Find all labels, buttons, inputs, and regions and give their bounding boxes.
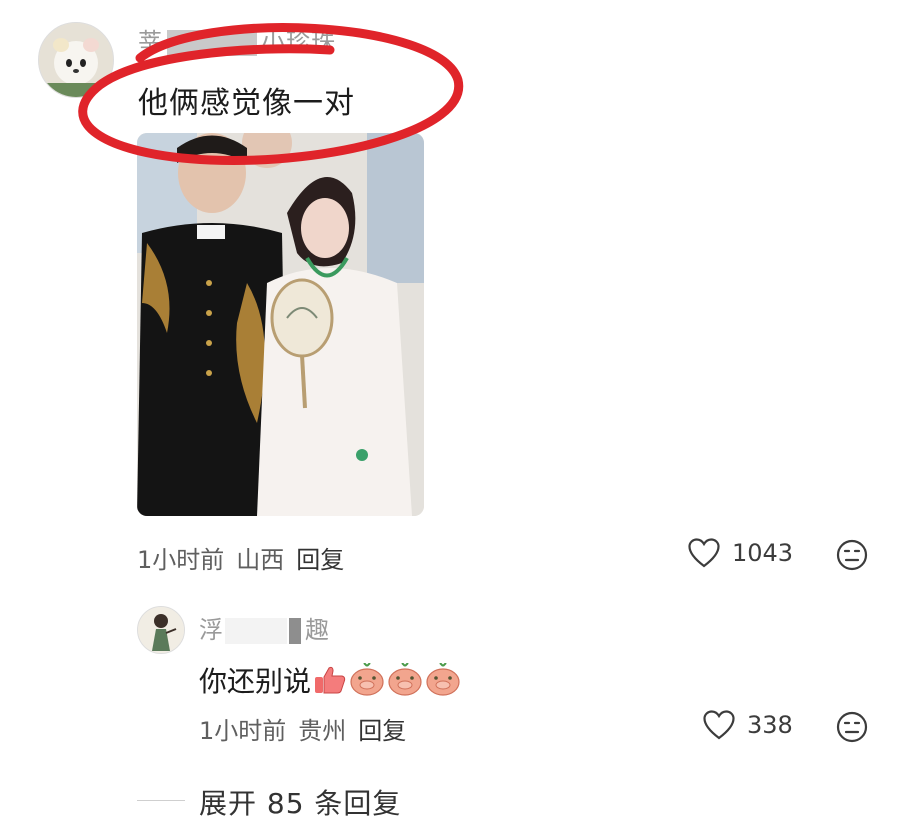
username-redaction-edge (289, 618, 301, 644)
comment-text: 他俩感觉像一对 (138, 86, 355, 121)
reply-text: 你还别说 (199, 665, 312, 698)
reply-avatar[interactable] (137, 606, 185, 654)
reply-text-row: 你还别说 (199, 660, 461, 700)
comment-dislike-button[interactable] (836, 539, 868, 571)
username-end: 小珍珠 (261, 28, 336, 56)
reply-username[interactable]: 浮趣 (199, 610, 329, 645)
pig-face-emoji (350, 663, 384, 696)
heart-outline-icon (703, 710, 735, 740)
comment-location: 山西 (236, 546, 285, 574)
commenter-avatar[interactable] (38, 22, 114, 98)
reply-location: 贵州 (298, 717, 347, 745)
expand-replies-button[interactable]: 展开 85 条回复 (199, 782, 401, 822)
comment-photo[interactable] (137, 133, 424, 516)
reply-username-start: 浮 (199, 616, 223, 644)
heart-outline-icon (688, 538, 720, 568)
pig-face-emoji (388, 663, 422, 696)
reply-dislike-button[interactable] (836, 711, 868, 743)
comment-like-button[interactable]: 1043 (688, 538, 793, 568)
comment-time: 1小时前 (137, 546, 225, 574)
reply-time: 1小时前 (199, 717, 287, 745)
reply-meta: 1小时前 贵州 回复 (199, 711, 418, 746)
commenter-username[interactable]: 莘 小珍珠 (138, 22, 336, 58)
reply-username-end: 趣 (305, 616, 329, 644)
username-redaction (225, 618, 287, 644)
reply-like-button[interactable]: 338 (703, 710, 793, 740)
comment-like-count: 1043 (732, 539, 794, 567)
comment-meta: 1小时前 山西 回复 (137, 540, 356, 575)
neutral-face-icon (836, 539, 868, 571)
neutral-face-icon (836, 711, 868, 743)
username-redaction (167, 30, 257, 56)
comment-reply-button[interactable]: 回复 (296, 546, 344, 574)
reply-like-count: 338 (747, 711, 793, 739)
expand-divider (137, 800, 185, 801)
thumbs-up-emoji (315, 666, 346, 694)
reply-reply-button[interactable]: 回复 (358, 717, 406, 745)
pig-face-emoji (426, 663, 460, 696)
username-start: 莘 (138, 28, 163, 56)
